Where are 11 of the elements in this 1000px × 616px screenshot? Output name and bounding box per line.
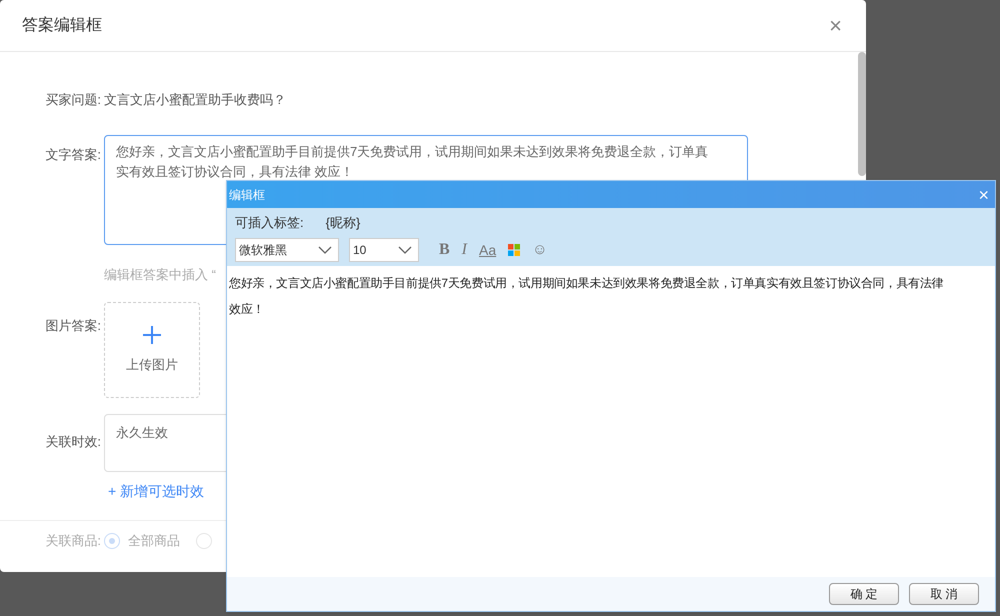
- dialog-title: 答案编辑框: [22, 15, 102, 36]
- field-label: 图片答案:: [44, 317, 102, 335]
- tags-label: 可插入标签:: [235, 214, 304, 232]
- field-label: 关联商品:: [44, 532, 102, 550]
- radio-label: 全部商品: [128, 532, 180, 550]
- question-text: 文言文店小蜜配置助手收费吗？: [104, 91, 286, 109]
- field-label: 关联时效:: [44, 433, 102, 451]
- hint-text: 编辑框答案中插入 “: [104, 266, 216, 284]
- window-title: 编辑框: [229, 186, 265, 204]
- field-label: 买家问题:: [44, 91, 102, 109]
- field-label: 文字答案:: [44, 146, 102, 164]
